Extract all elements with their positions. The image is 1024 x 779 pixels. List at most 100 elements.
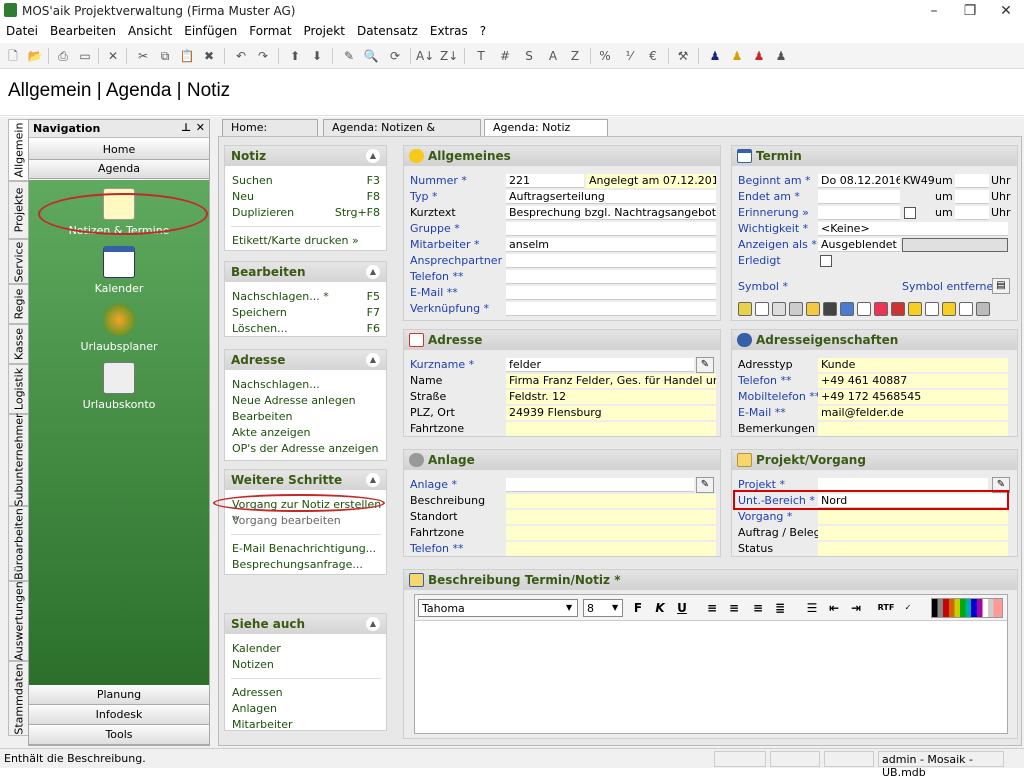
link-notizen[interactable]: Notizen bbox=[232, 658, 274, 671]
symbol-icon[interactable] bbox=[857, 302, 871, 316]
sort-descending-icon[interactable]: Z↓ bbox=[440, 47, 458, 65]
menu-projekt[interactable]: Projekt bbox=[298, 22, 351, 40]
color-palette[interactable] bbox=[931, 598, 1003, 618]
nav-button-agenda[interactable]: Agenda bbox=[29, 160, 209, 179]
label-email[interactable]: E-Mail ** bbox=[410, 286, 458, 299]
symbol-icon[interactable] bbox=[976, 302, 990, 316]
field-kurztext[interactable]: Besprechung bzgl. Nachtragsangebot bbox=[506, 206, 716, 220]
label-erinnerung[interactable]: Erinnerung » bbox=[738, 206, 809, 219]
field-wichtigkeit[interactable]: <Keine> bbox=[818, 222, 1008, 236]
search-icon[interactable]: 🔍 bbox=[362, 47, 380, 65]
currency-icon[interactable]: € bbox=[644, 47, 662, 65]
tab-home-startseite[interactable]: Home: Startseite bbox=[222, 119, 318, 147]
field-anzeigen-als[interactable]: Ausgeblendet bbox=[818, 238, 900, 252]
label-endet[interactable]: Endet am * bbox=[738, 190, 800, 203]
field-mitarbeiter[interactable]: anselm bbox=[506, 238, 716, 252]
paste-icon[interactable]: 📋 bbox=[178, 47, 196, 65]
link-neu[interactable]: Neu bbox=[232, 190, 254, 203]
vtab-logistik[interactable]: Logistik bbox=[8, 364, 28, 414]
label-typ[interactable]: Typ * bbox=[410, 190, 438, 203]
field-typ[interactable]: Auftragserteilung bbox=[506, 190, 716, 204]
collapse-icon[interactable]: ▲ bbox=[366, 265, 380, 279]
menu-bearbeiten[interactable]: Bearbeiten bbox=[44, 22, 122, 40]
tab-notizen-termine[interactable]: Agenda: Notizen & Termine ✕ bbox=[323, 119, 481, 147]
symbol-icon[interactable] bbox=[908, 302, 922, 316]
spellcheck-icon[interactable]: ✓ bbox=[899, 599, 917, 617]
align-center-icon[interactable]: ≡ bbox=[725, 599, 743, 617]
vtab-auswertungen[interactable]: Auswertungen bbox=[8, 581, 28, 661]
nav-button-planung[interactable]: Planung bbox=[29, 686, 209, 705]
vtab-bueroarbeiten[interactable]: Büroarbeiten bbox=[8, 506, 28, 581]
collapse-icon[interactable]: ▲ bbox=[366, 149, 380, 163]
a-format-icon[interactable]: A bbox=[544, 47, 562, 65]
editor-text-area[interactable] bbox=[415, 621, 1007, 733]
link-duplizieren[interactable]: Duplizieren bbox=[232, 206, 294, 219]
field-verknuepfung[interactable] bbox=[506, 302, 716, 316]
symbol-picker-icon[interactable]: ▤ bbox=[992, 278, 1010, 294]
link-adressen[interactable]: Adressen bbox=[232, 686, 283, 699]
symbol-icon[interactable] bbox=[738, 302, 752, 316]
field-email[interactable] bbox=[506, 286, 716, 300]
print-icon[interactable]: ⎙ bbox=[54, 47, 72, 65]
user-blue-icon[interactable]: ♟ bbox=[706, 47, 724, 65]
label-ae-telefon[interactable]: Telefon ** bbox=[738, 374, 792, 387]
italic-icon[interactable]: K bbox=[651, 599, 669, 617]
symbol-icon[interactable] bbox=[840, 302, 854, 316]
field-beginnt-zeit[interactable] bbox=[955, 174, 989, 188]
print-preview-icon[interactable]: ▭ bbox=[76, 47, 94, 65]
link-loeschen[interactable]: Löschen... bbox=[232, 322, 288, 335]
symbol-icon[interactable] bbox=[823, 302, 837, 316]
undo-icon[interactable]: ↶ bbox=[232, 47, 250, 65]
label-vorgang[interactable]: Vorgang * bbox=[738, 510, 792, 523]
remove-icon[interactable]: ✖ bbox=[200, 47, 218, 65]
nav-item-kalender[interactable]: Kalender bbox=[29, 246, 209, 295]
edit-pencil-icon[interactable]: ✎ bbox=[696, 477, 714, 493]
move-down-icon[interactable]: ⬇ bbox=[308, 47, 326, 65]
user-red-icon[interactable]: ♟ bbox=[750, 47, 768, 65]
label-telefon[interactable]: Telefon ** bbox=[410, 270, 464, 283]
field-erinnerung-zeit[interactable] bbox=[955, 206, 989, 220]
symbol-icon[interactable] bbox=[959, 302, 973, 316]
label-ansprechpartner[interactable]: Ansprechpartner * bbox=[410, 254, 511, 267]
label-wichtigkeit[interactable]: Wichtigkeit * bbox=[738, 222, 808, 235]
link-nachschlagen[interactable]: Nachschlagen... * bbox=[232, 290, 329, 303]
label-symbol[interactable]: Symbol * bbox=[738, 280, 788, 293]
link-adresse-bearbeiten[interactable]: Bearbeiten bbox=[232, 410, 292, 423]
link-ops-anzeigen[interactable]: OP's der Adresse anzeigen bbox=[232, 442, 378, 455]
align-right-icon[interactable]: ≡ bbox=[749, 599, 767, 617]
indent-icon[interactable]: ⇥ bbox=[847, 599, 865, 617]
symbol-icon[interactable] bbox=[925, 302, 939, 316]
vtab-regie[interactable]: Regie bbox=[8, 284, 28, 324]
link-adresse-nachschlagen[interactable]: Nachschlagen... bbox=[232, 378, 320, 391]
menu-datensatz[interactable]: Datensatz bbox=[351, 22, 424, 40]
checkbox-erinnerung[interactable] bbox=[904, 207, 916, 219]
text-format-icon[interactable]: T bbox=[472, 47, 490, 65]
symbol-icon[interactable] bbox=[789, 302, 803, 316]
decimal-icon[interactable]: ⅟ bbox=[620, 47, 638, 65]
move-up-icon[interactable]: ⬆ bbox=[286, 47, 304, 65]
link-suchen[interactable]: Suchen bbox=[232, 174, 273, 187]
field-endet[interactable] bbox=[818, 190, 900, 204]
edit-pencil-icon[interactable]: ✎ bbox=[340, 47, 358, 65]
menu-help[interactable]: ? bbox=[474, 22, 492, 40]
label-gruppe[interactable]: Gruppe * bbox=[410, 222, 460, 235]
refresh-icon[interactable]: ⟳ bbox=[386, 47, 404, 65]
font-select[interactable]: Tahoma bbox=[418, 599, 578, 617]
symbol-icon[interactable] bbox=[806, 302, 820, 316]
label-anlage[interactable]: Anlage * bbox=[410, 478, 457, 491]
vtab-allgemein[interactable]: Allgemein bbox=[8, 119, 28, 181]
label-mobiltelefon[interactable]: Mobiltelefon ** bbox=[738, 390, 820, 403]
link-kalender[interactable]: Kalender bbox=[232, 642, 281, 655]
nav-button-tools[interactable]: Tools bbox=[29, 726, 209, 745]
copy-icon[interactable]: ⧉ bbox=[156, 47, 174, 65]
rtf-icon[interactable]: RTF bbox=[877, 599, 895, 617]
field-gruppe[interactable] bbox=[506, 222, 716, 236]
menu-einfuegen[interactable]: Einfügen bbox=[178, 22, 243, 40]
label-anzeigen-als[interactable]: Anzeigen als * bbox=[738, 238, 817, 251]
field-endet-zeit[interactable] bbox=[955, 190, 989, 204]
vtab-kasse[interactable]: Kasse bbox=[8, 324, 28, 364]
link-email-benachrichtigung[interactable]: E-Mail Benachrichtigung... bbox=[232, 542, 376, 555]
menu-datei[interactable]: Datei bbox=[0, 22, 44, 40]
field-telefon[interactable] bbox=[506, 270, 716, 284]
link-akte-anzeigen[interactable]: Akte anzeigen bbox=[232, 426, 311, 439]
